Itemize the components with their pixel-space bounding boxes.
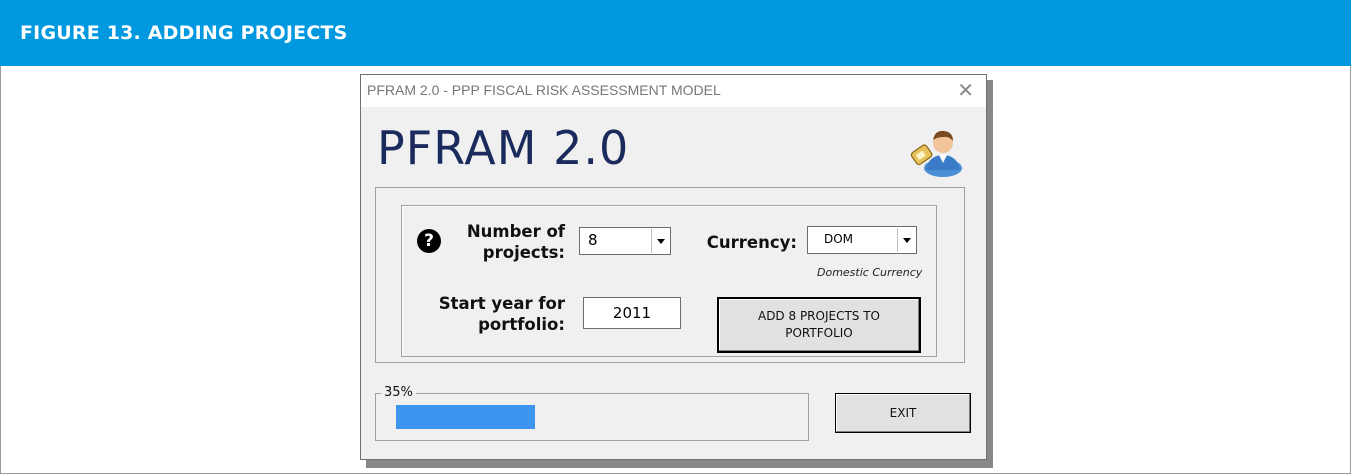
figure-title: FIGURE 13. ADDING PROJECTS	[20, 22, 348, 44]
progress-bar	[396, 405, 792, 429]
add-projects-button[interactable]: ADD 8 PROJECTS TO PORTFOLIO	[717, 297, 921, 353]
start-year-label: Start year for portfolio:	[411, 293, 565, 335]
title-bar[interactable]: PFRAM 2.0 - PPP FISCAL RISK ASSESSMENT M…	[361, 75, 986, 107]
close-icon[interactable]: ✕	[957, 78, 974, 102]
progress-fill	[396, 405, 535, 429]
currency-select[interactable]: DOM	[807, 226, 917, 254]
chevron-down-icon[interactable]	[651, 229, 669, 253]
start-year-input[interactable]: 2011	[583, 297, 681, 329]
start-year-label-line1: Start year for	[438, 294, 565, 313]
chevron-down-icon[interactable]	[897, 228, 915, 252]
window-title: PFRAM 2.0 - PPP FISCAL RISK ASSESSMENT M…	[367, 82, 721, 98]
num-projects-label-line1: Number of	[466, 222, 565, 241]
figure-header: FIGURE 13. ADDING PROJECTS	[0, 0, 1351, 66]
num-projects-label-line2: projects:	[482, 243, 565, 262]
num-projects-select[interactable]: 8	[579, 227, 671, 255]
num-projects-value: 8	[588, 231, 598, 249]
exit-button[interactable]: EXIT	[835, 393, 971, 433]
dialog-window: PFRAM 2.0 - PPP FISCAL RISK ASSESSMENT M…	[360, 74, 987, 460]
currency-value: DOM	[824, 232, 854, 246]
start-year-label-line2: portfolio:	[478, 315, 565, 334]
user-key-icon	[910, 130, 962, 177]
app-title: PFRAM 2.0	[377, 121, 630, 175]
num-projects-label: Number of projects:	[431, 221, 565, 263]
progress-label: 35%	[381, 385, 416, 400]
currency-caption: Domestic Currency	[817, 266, 923, 279]
currency-label: Currency:	[706, 233, 797, 252]
